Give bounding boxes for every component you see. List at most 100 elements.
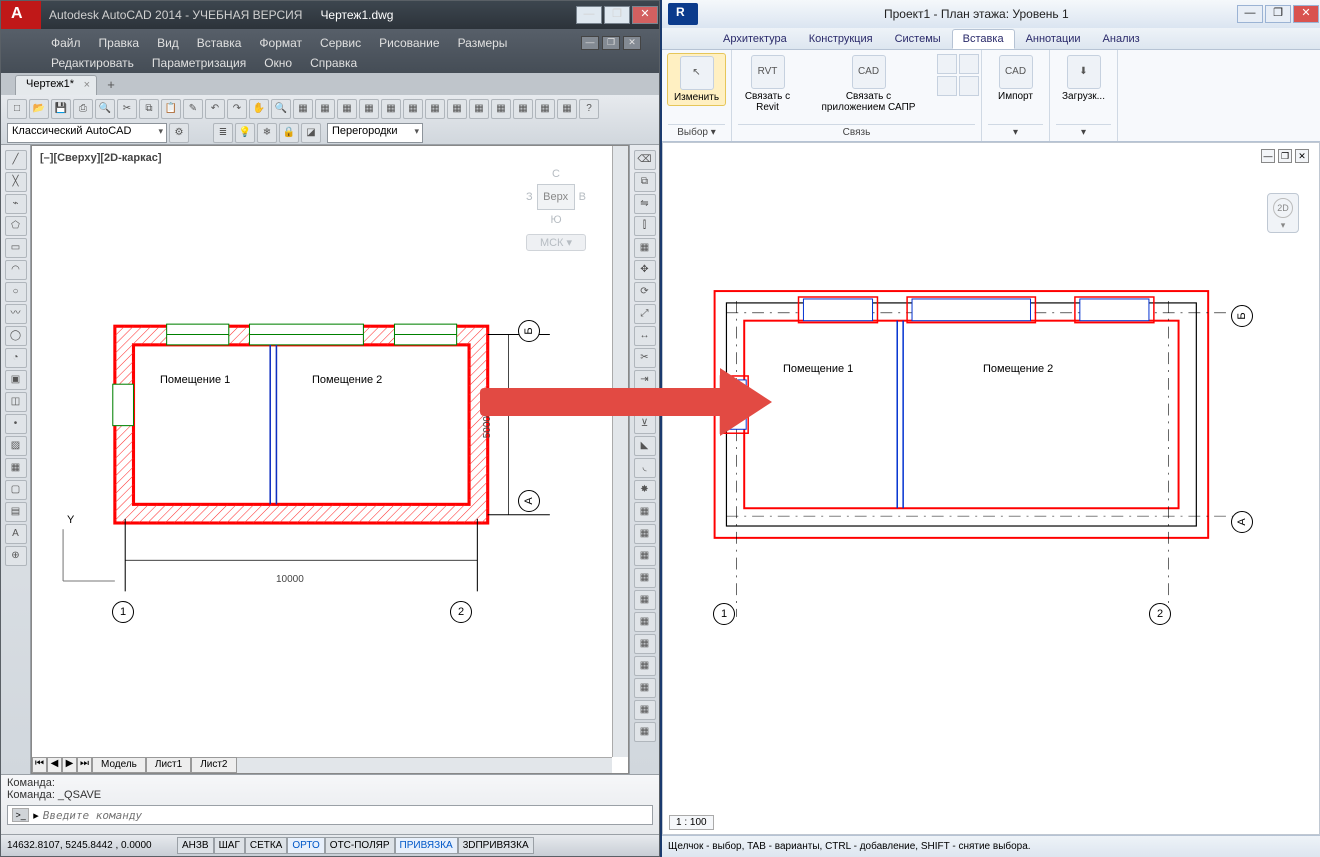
undo-icon[interactable]: ↶ bbox=[205, 99, 225, 119]
tool-icon[interactable]: ▦ bbox=[469, 99, 489, 119]
tab-last-icon[interactable]: ⏭ bbox=[77, 757, 92, 773]
load-family-button[interactable]: ⬇ Загрузк... bbox=[1056, 53, 1111, 104]
maximize-button[interactable]: ❐ bbox=[1265, 5, 1291, 23]
tab-insert[interactable]: Вставка bbox=[952, 29, 1015, 49]
tool-icon[interactable]: ▦ bbox=[634, 722, 656, 742]
circle-icon[interactable]: ○ bbox=[5, 282, 27, 302]
array-icon[interactable]: ▦ bbox=[634, 238, 656, 258]
link-revit-button[interactable]: RVT Связать с Revit bbox=[734, 53, 802, 115]
command-input[interactable] bbox=[43, 809, 648, 822]
vscrollbar[interactable] bbox=[612, 146, 628, 757]
menu-dim[interactable]: Размеры bbox=[458, 36, 508, 50]
scale-icon[interactable]: ⤢ bbox=[634, 304, 656, 324]
tab-structure[interactable]: Конструкция bbox=[798, 29, 884, 49]
tab-prev-icon[interactable]: ◀ bbox=[47, 757, 62, 773]
doc-close-button[interactable]: ✕ bbox=[623, 36, 641, 50]
point-cloud-icon[interactable] bbox=[937, 76, 957, 96]
menu-format[interactable]: Формат bbox=[259, 36, 302, 50]
doc-minimize-button[interactable]: — bbox=[581, 36, 599, 50]
menu-insert[interactable]: Вставка bbox=[197, 36, 242, 50]
close-button[interactable]: ✕ bbox=[632, 6, 658, 24]
tool-icon[interactable]: ▦ bbox=[634, 656, 656, 676]
tool-icon[interactable]: ▦ bbox=[634, 568, 656, 588]
view-close-icon[interactable]: ✕ bbox=[1295, 149, 1309, 163]
layer-dropdown[interactable]: Перегородки bbox=[327, 123, 423, 143]
panel-caption[interactable]: Связь bbox=[738, 124, 975, 138]
doc-tab[interactable]: Чертеж1*× bbox=[15, 75, 97, 95]
copy-icon[interactable]: ⧉ bbox=[139, 99, 159, 119]
status-ortho[interactable]: ОРТО bbox=[287, 837, 324, 854]
minimize-button[interactable]: — bbox=[576, 6, 602, 24]
help-icon[interactable]: ? bbox=[579, 99, 599, 119]
layer-freeze-icon[interactable]: ❄ bbox=[257, 123, 277, 143]
acad-app-logo[interactable] bbox=[1, 1, 41, 29]
erase-icon[interactable]: ⌫ bbox=[634, 150, 656, 170]
layer-bulb-icon[interactable]: 💡 bbox=[235, 123, 255, 143]
nav-wheel[interactable]: 2D▾ bbox=[1267, 193, 1299, 233]
earc-icon[interactable]: ◔ bbox=[5, 348, 27, 368]
offset-icon[interactable]: ⫿ bbox=[634, 216, 656, 236]
menu-view[interactable]: Вид bbox=[157, 36, 179, 50]
tool-icon[interactable]: ▦ bbox=[293, 99, 313, 119]
preview-icon[interactable]: 🔍 bbox=[95, 99, 115, 119]
tool-icon[interactable]: ▦ bbox=[634, 700, 656, 720]
view-min-icon[interactable]: — bbox=[1261, 149, 1275, 163]
tool-icon[interactable]: ▦ bbox=[447, 99, 467, 119]
menu-param[interactable]: Параметризация bbox=[152, 56, 246, 70]
minimize-button[interactable]: — bbox=[1237, 5, 1263, 23]
insert-icon[interactable]: ▣ bbox=[5, 370, 27, 390]
menu-modify[interactable]: Редактировать bbox=[51, 56, 134, 70]
join-icon[interactable]: ⊻ bbox=[634, 414, 656, 434]
move-icon[interactable]: ✥ bbox=[634, 260, 656, 280]
manage-links-icon[interactable] bbox=[959, 76, 979, 96]
doc-restore-button[interactable]: ❐ bbox=[602, 36, 620, 50]
tool-icon[interactable]: ▦ bbox=[634, 502, 656, 522]
decal-icon[interactable] bbox=[959, 54, 979, 74]
tool-icon[interactable]: ▦ bbox=[634, 634, 656, 654]
extend-icon[interactable]: ⇥ bbox=[634, 370, 656, 390]
pline-icon[interactable]: ⌁ bbox=[5, 194, 27, 214]
mtext-icon[interactable]: A bbox=[5, 524, 27, 544]
close-button[interactable]: ✕ bbox=[1293, 5, 1319, 23]
tool-icon[interactable]: ▦ bbox=[381, 99, 401, 119]
plot-icon[interactable]: ⎙ bbox=[73, 99, 93, 119]
tool-icon[interactable]: ▦ bbox=[634, 678, 656, 698]
point-icon[interactable]: • bbox=[5, 414, 27, 434]
mirror-icon[interactable]: ⇋ bbox=[634, 194, 656, 214]
xline-icon[interactable]: ╳ bbox=[5, 172, 27, 192]
tool-icon[interactable]: ▦ bbox=[634, 612, 656, 632]
cut-icon[interactable]: ✂ bbox=[117, 99, 137, 119]
menu-tools[interactable]: Сервис bbox=[320, 36, 361, 50]
paste-icon[interactable]: 📋 bbox=[161, 99, 181, 119]
panel-caption[interactable]: ▾ bbox=[1056, 124, 1111, 138]
polygon-icon[interactable]: ⬠ bbox=[5, 216, 27, 236]
dwf-link-icon[interactable] bbox=[937, 54, 957, 74]
fillet-icon[interactable]: ◟ bbox=[634, 458, 656, 478]
gradient-icon[interactable]: ▦ bbox=[5, 458, 27, 478]
chamfer-icon[interactable]: ◣ bbox=[634, 436, 656, 456]
tool-icon[interactable]: ▦ bbox=[491, 99, 511, 119]
redo-icon[interactable]: ↷ bbox=[227, 99, 247, 119]
tab-analyze[interactable]: Анализ bbox=[1092, 29, 1151, 49]
layer-lock-icon[interactable]: 🔒 bbox=[279, 123, 299, 143]
acad-canvas[interactable]: [–][Сверху][2D-каркас] С З Верх В Ю МСК … bbox=[31, 145, 629, 774]
table-icon[interactable]: ▤ bbox=[5, 502, 27, 522]
rect-icon[interactable]: ▭ bbox=[5, 238, 27, 258]
menu-help[interactable]: Справка bbox=[310, 56, 357, 70]
status-grid[interactable]: СЕТКА bbox=[245, 837, 288, 854]
tab-systems[interactable]: Системы bbox=[884, 29, 952, 49]
menu-draw[interactable]: Рисование bbox=[379, 36, 439, 50]
spline-icon[interactable]: 〰 bbox=[5, 304, 27, 324]
tab-next-icon[interactable]: ▶ bbox=[62, 757, 77, 773]
tab-architecture[interactable]: Архитектура bbox=[712, 29, 798, 49]
scale-dropdown[interactable]: 1 : 100 bbox=[669, 815, 714, 830]
tool-icon[interactable]: ▦ bbox=[425, 99, 445, 119]
arc-icon[interactable]: ◠ bbox=[5, 260, 27, 280]
status-osnap[interactable]: ПРИВЯЗКА bbox=[395, 837, 458, 854]
block-icon[interactable]: ◫ bbox=[5, 392, 27, 412]
pan-icon[interactable]: ✋ bbox=[249, 99, 269, 119]
match-icon[interactable]: ✎ bbox=[183, 99, 203, 119]
menu-window[interactable]: Окно bbox=[264, 56, 292, 70]
stretch-icon[interactable]: ↔ bbox=[634, 326, 656, 346]
tool-icon[interactable]: ▦ bbox=[535, 99, 555, 119]
